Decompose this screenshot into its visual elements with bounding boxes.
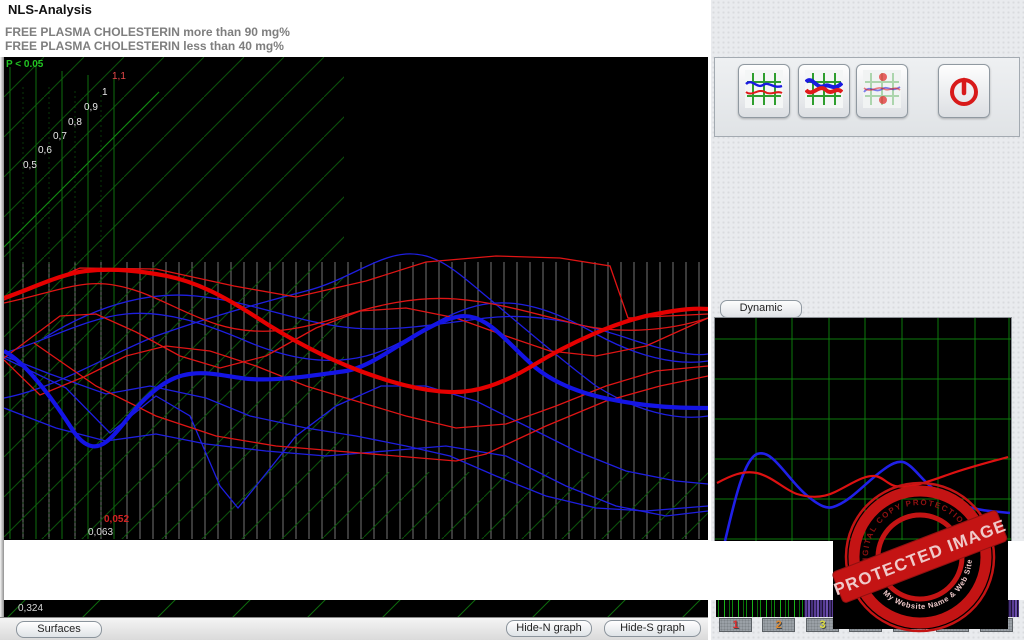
scale-cell-2[interactable]: 2: [762, 618, 795, 632]
bottom-scale-value: 0,324: [18, 603, 43, 614]
axis-tick-0-7: 0,7: [53, 132, 67, 142]
surfaces-button[interactable]: Surfaces: [16, 621, 102, 638]
protected-image-stamp: DIGITAL COPY PROTECTION My Website Name …: [818, 466, 1024, 640]
spectrum-green-section: [716, 600, 804, 617]
chart-view-thick-button[interactable]: [798, 64, 850, 118]
axis-tick-1-1: 1,1: [112, 72, 126, 82]
hide-s-graph-button[interactable]: Hide-S graph: [604, 620, 701, 637]
p-value-label: P < 0.05: [6, 60, 43, 70]
axis-tick-0-9: 0,9: [84, 103, 98, 113]
line-chart-thin-icon: [745, 70, 783, 108]
stamp-seal-icon: DIGITAL COPY PROTECTION My Website Name …: [818, 466, 1024, 640]
page-title: NLS-Analysis: [8, 2, 92, 17]
marker-value-white: 0,063: [88, 528, 113, 538]
main-chart-canvas: [4, 57, 708, 540]
main-nls-3d-chart: P < 0.05 1,1 1 0,9 0,8 0,7 0,6 0,5 0,052…: [4, 57, 708, 540]
bottom-toolbar: Surfaces Hide-N graph Hide-S graph: [0, 617, 708, 640]
analysis-subtitle-line1: FREE PLASMA CHOLESTERIN more than 90 mg%: [5, 25, 290, 39]
chart-view-thin-button[interactable]: [738, 64, 790, 118]
axis-tick-0-8: 0,8: [68, 118, 82, 128]
power-close-icon: [944, 70, 984, 110]
bottom-scale-strip: 0,324: [4, 600, 708, 617]
axis-tick-0-6: 0,6: [38, 146, 52, 156]
hide-n-graph-button[interactable]: Hide-N graph: [506, 620, 592, 637]
close-analysis-button[interactable]: [938, 64, 990, 118]
axis-tick-0-5: 0,5: [23, 161, 37, 171]
analysis-subtitle-line2: FREE PLASMA CHOLESTERIN less than 40 mg%: [5, 39, 284, 53]
scale-cell-1[interactable]: 1: [719, 618, 752, 632]
bottom-strip-decor: [4, 600, 708, 617]
axis-tick-1: 1: [102, 88, 108, 98]
line-chart-thick-icon: [805, 70, 843, 108]
marker-value-red: 0,052: [104, 515, 129, 525]
line-chart-faded-icon: [863, 70, 901, 108]
chart-mode-toolbar: [714, 57, 1020, 137]
dynamic-tab-button[interactable]: Dynamic: [720, 300, 802, 318]
chart-view-faded-button[interactable]: [856, 64, 908, 118]
nls-analysis-window: NLS-Analysis FREE PLASMA CHOLESTERIN mor…: [0, 0, 1024, 640]
